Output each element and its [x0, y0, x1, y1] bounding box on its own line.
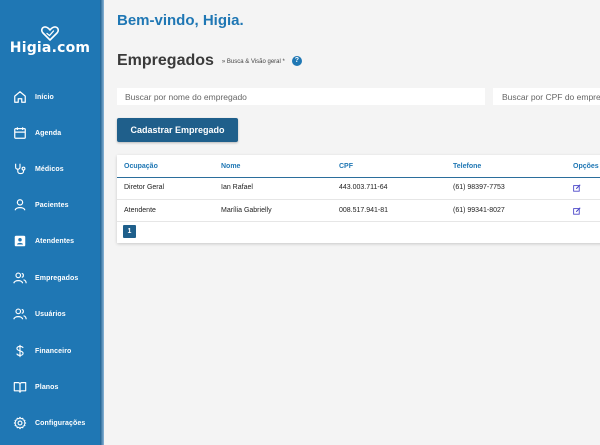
sidebar-item-usuarios[interactable]: Usuários [13, 304, 66, 324]
search-name-input[interactable] [117, 88, 485, 105]
edit-icon[interactable] [573, 184, 581, 192]
sidebar-item-label: Planos [35, 383, 59, 391]
calendar-icon [14, 127, 26, 139]
sidebar-item-label: Início [35, 93, 54, 101]
cell-telefone: (61) 99341-8027 [453, 207, 505, 214]
sidebar-item-planos[interactable]: Planos [13, 377, 59, 397]
home-icon [14, 91, 26, 103]
sidebar-item-agenda[interactable]: Agenda [13, 123, 61, 143]
cell-nome: Marília Gabrielly [221, 207, 272, 214]
sidebar-item-configuracoes[interactable]: Configurações [13, 413, 85, 433]
edit-icon[interactable] [573, 207, 581, 215]
cell-ocupacao: Diretor Geral [124, 184, 165, 191]
sidebar-item-label: Médicos [35, 165, 64, 173]
register-employee-button[interactable]: Cadastrar Empregado [117, 118, 238, 142]
page-title: Empregados [117, 52, 214, 69]
sidebar-item-medicos[interactable]: Médicos [13, 159, 64, 179]
sidebar-item-empregados[interactable]: Empregados [13, 268, 78, 288]
column-header-nome[interactable]: Nome [221, 163, 240, 170]
sidebar-item-label: Empregados [35, 274, 79, 282]
heart-logo-icon [41, 26, 59, 41]
cell-cpf: 008.517.941-81 [339, 207, 389, 214]
column-header-opcoes: Opções [573, 163, 599, 170]
sidebar-item-label: Configurações [35, 419, 86, 427]
user-icon [14, 199, 26, 211]
section-header: Empregados » Busca & Visão geral * ? [117, 52, 302, 70]
sidebar-item-label: Agenda [35, 129, 62, 137]
app-name: Higia.com [9, 40, 91, 56]
sidebar-item-label: Financeiro [35, 347, 72, 355]
sidebar: Higia.com Início Agenda Médicos Paciente… [0, 0, 100, 445]
sidebar-item-label: Atendentes [35, 237, 75, 245]
book-icon [13, 382, 27, 393]
users-icon [13, 308, 27, 320]
sidebar-item-inicio[interactable]: Início [13, 87, 54, 107]
sidebar-item-atendentes[interactable]: Atendentes [13, 231, 74, 251]
help-icon[interactable]: ? [291, 56, 302, 66]
search-cpf-input[interactable] [493, 88, 600, 105]
welcome-message: Bem-vindo, Higia. [117, 12, 244, 29]
cell-telefone: (61) 98397-7753 [453, 184, 505, 191]
sidebar-divider [100, 0, 104, 445]
dollar-icon [16, 344, 24, 358]
users-icon [13, 272, 27, 284]
cell-cpf: 443.003.711-64 [339, 184, 388, 191]
sidebar-item-label: Usuários [35, 310, 66, 318]
cell-nome: Ian Rafael [221, 184, 253, 191]
logo[interactable]: Higia.com [0, 26, 100, 56]
column-header-cpf[interactable]: CPF [339, 163, 353, 170]
sidebar-item-label: Pacientes [35, 201, 69, 209]
breadcrumb: » Busca & Visão geral * [221, 59, 285, 65]
row-divider [117, 221, 600, 222]
stethoscope-icon [15, 163, 26, 175]
column-header-telefone[interactable]: Telefone [453, 163, 481, 170]
header-divider [117, 177, 600, 178]
row-divider [117, 199, 600, 200]
sidebar-item-financeiro[interactable]: Financeiro [13, 341, 71, 361]
sidebar-item-pacientes[interactable]: Pacientes [13, 195, 69, 215]
pagination-page-1[interactable]: 1 [123, 225, 136, 238]
id-badge-icon [14, 235, 26, 247]
column-header-ocupacao[interactable]: Ocupação [124, 163, 158, 170]
employees-table: Ocupação Nome CPF Telefone Opções Direto… [117, 155, 600, 243]
gear-icon [13, 416, 27, 430]
cell-ocupacao: Atendente [124, 207, 156, 214]
